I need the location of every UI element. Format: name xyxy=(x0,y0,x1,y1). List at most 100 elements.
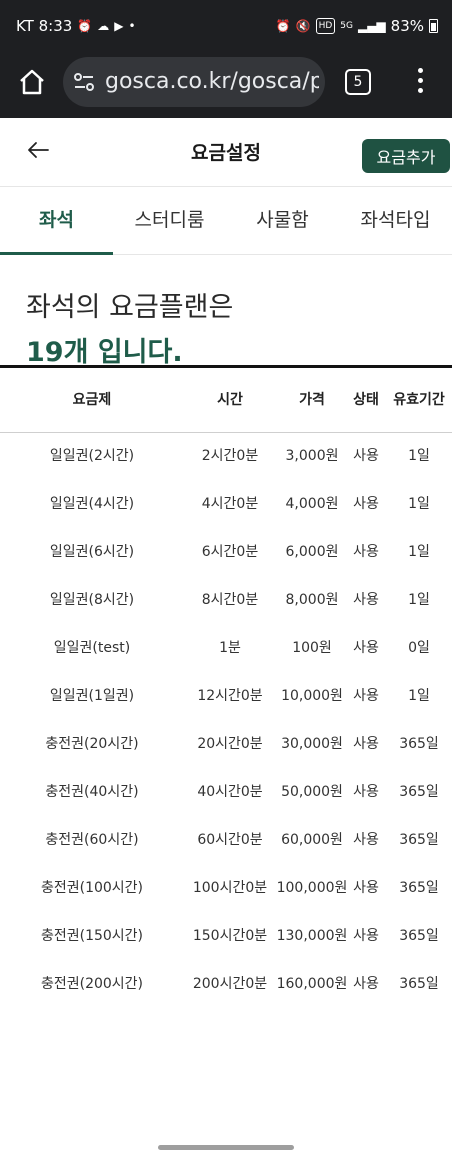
category-tabs: 좌석 스터디룸 사물함 좌석타입 xyxy=(0,186,452,255)
status-cell: 사용 xyxy=(353,640,379,656)
validity-cell: 365일 xyxy=(399,928,439,944)
time-cell: 12시간0분 xyxy=(197,688,263,704)
tab-seat-type[interactable]: 좌석타입 xyxy=(339,186,452,254)
tab-switcher-button[interactable]: 5 xyxy=(345,69,371,95)
column-header-status: 상태 xyxy=(353,392,379,408)
table-row[interactable]: 충전권(150시간) 150시간0분 130,000원 사용 365일 xyxy=(0,912,452,960)
column-header-plan: 요금제 xyxy=(72,392,112,408)
address-bar[interactable]: gosca.co.kr/gosca/p xyxy=(63,57,325,107)
plan-name-cell: 충전권(150시간) xyxy=(40,928,144,944)
more-menu-icon[interactable] xyxy=(416,68,424,96)
table-row[interactable]: 일일권(2시간) 2시간0분 3,000원 사용 1일 xyxy=(0,432,452,480)
status-cell: 사용 xyxy=(353,832,379,848)
time-cell: 1분 xyxy=(219,640,241,656)
plan-name-cell: 충전권(200시간) xyxy=(40,976,144,992)
time-cell: 200시간0분 xyxy=(192,976,268,992)
validity-cell: 1일 xyxy=(408,448,430,464)
status-bar: KT 8:33 ⏰ ☁ ▶ • ⏰ 🔇 HD 5G ▂▄▆ 83% xyxy=(0,0,452,52)
signal-icon: ▂▄▆ xyxy=(357,19,386,33)
time-cell: 20시간0분 xyxy=(197,736,263,752)
validity-cell: 1일 xyxy=(408,592,430,608)
table-row[interactable]: 충전권(100시간) 100시간0분 100,000원 사용 365일 xyxy=(0,864,452,912)
time-cell: 60시간0분 xyxy=(197,832,263,848)
url-text[interactable]: gosca.co.kr/gosca/p xyxy=(105,69,319,94)
plan-name-cell: 충전권(40시간) xyxy=(45,784,139,800)
dot-icon: • xyxy=(128,19,136,33)
app-header: 요금설정 요금추가 xyxy=(0,118,452,187)
price-cell: 160,000원 xyxy=(276,976,348,992)
battery-level: 83% xyxy=(390,17,424,35)
plan-name-cell: 일일권(6시간) xyxy=(49,544,135,560)
status-cell: 사용 xyxy=(353,784,379,800)
plan-name-cell: 충전권(20시간) xyxy=(45,736,139,752)
price-cell: 50,000원 xyxy=(281,784,343,800)
table-row[interactable]: 충전권(20시간) 20시간0분 30,000원 사용 365일 xyxy=(0,720,452,768)
time-cell: 2시간0분 xyxy=(201,448,259,464)
price-cell: 130,000원 xyxy=(276,928,348,944)
table-row[interactable]: 일일권(8시간) 8시간0분 8,000원 사용 1일 xyxy=(0,576,452,624)
validity-cell: 365일 xyxy=(399,880,439,896)
plan-count: 19개 입니다. xyxy=(26,337,183,368)
tab-seat[interactable]: 좌석 xyxy=(0,186,113,255)
validity-cell: 0일 xyxy=(408,640,430,656)
table-row[interactable]: 충전권(40시간) 40시간0분 50,000원 사용 365일 xyxy=(0,768,452,816)
mute-icon: 🔇 xyxy=(295,19,311,33)
carrier-time: KT 8:33 xyxy=(16,17,73,35)
plan-name-cell: 일일권(4시간) xyxy=(49,496,135,512)
time-cell: 150시간0분 xyxy=(192,928,268,944)
alarm-icon: ⏰ xyxy=(275,19,291,33)
table-header: 요금제 시간 가격 상태 유효기간 xyxy=(0,368,452,433)
price-cell: 100원 xyxy=(292,640,332,656)
price-cell: 4,000원 xyxy=(285,496,339,512)
hd-icon: HD xyxy=(315,18,336,34)
status-cell: 사용 xyxy=(353,736,379,752)
tab-locker[interactable]: 사물함 xyxy=(226,186,339,254)
status-cell: 사용 xyxy=(353,928,379,944)
validity-cell: 365일 xyxy=(399,736,439,752)
plan-name-cell: 충전권(60시간) xyxy=(45,832,139,848)
price-cell: 6,000원 xyxy=(285,544,339,560)
time-cell: 4시간0분 xyxy=(201,496,259,512)
validity-cell: 365일 xyxy=(399,976,439,992)
price-cell: 100,000원 xyxy=(276,880,348,896)
status-cell: 사용 xyxy=(353,592,379,608)
site-settings-icon[interactable] xyxy=(73,72,95,92)
column-header-price: 가격 xyxy=(299,392,325,408)
price-cell: 30,000원 xyxy=(281,736,343,752)
fee-plan-list: 일일권(2시간) 2시간0분 3,000원 사용 1일 일일권(4시간) 4시간0분 4,00… xyxy=(0,432,452,1008)
status-cell: 사용 xyxy=(353,496,379,512)
home-icon[interactable] xyxy=(18,68,46,96)
time-cell: 40시간0분 xyxy=(197,784,263,800)
youtube-icon: ▶ xyxy=(114,19,124,33)
browser-toolbar: gosca.co.kr/gosca/p 5 xyxy=(0,52,452,118)
status-cell: 사용 xyxy=(353,688,379,704)
cloud-icon: ☁ xyxy=(97,19,110,33)
plan-summary: 좌석의 요금플랜은 19개 입니다. xyxy=(26,285,233,369)
status-cell: 사용 xyxy=(353,880,379,896)
table-row[interactable]: 일일권(1일권) 12시간0분 10,000원 사용 1일 xyxy=(0,672,452,720)
table-row[interactable]: 일일권(6시간) 6시간0분 6,000원 사용 1일 xyxy=(0,528,452,576)
status-cell: 사용 xyxy=(353,976,379,992)
time-cell: 6시간0분 xyxy=(201,544,259,560)
validity-cell: 365일 xyxy=(399,832,439,848)
price-cell: 8,000원 xyxy=(285,592,339,608)
validity-cell: 1일 xyxy=(408,544,430,560)
table-row[interactable]: 일일권(4시간) 4시간0분 4,000원 사용 1일 xyxy=(0,480,452,528)
tab-study-room[interactable]: 스터디룸 xyxy=(113,186,226,254)
add-fee-button[interactable]: 요금추가 xyxy=(362,139,450,173)
alarm-icon: ⏰ xyxy=(77,19,93,33)
status-cell: 사용 xyxy=(353,448,379,464)
plan-name-cell: 일일권(test) xyxy=(53,640,131,656)
validity-cell: 365일 xyxy=(399,784,439,800)
table-row[interactable]: 충전권(60시간) 60시간0분 60,000원 사용 365일 xyxy=(0,816,452,864)
table-row[interactable]: 충전권(200시간) 200시간0분 160,000원 사용 365일 xyxy=(0,960,452,1008)
5g-icon: 5G xyxy=(340,21,353,31)
plan-name-cell: 일일권(2시간) xyxy=(49,448,135,464)
status-cell: 사용 xyxy=(353,544,379,560)
price-cell: 3,000원 xyxy=(285,448,339,464)
summary-line: 좌석의 요금플랜은 xyxy=(26,292,234,323)
time-cell: 100시간0분 xyxy=(192,880,268,896)
table-row[interactable]: 일일권(test) 1분 100원 사용 0일 xyxy=(0,624,452,672)
validity-cell: 1일 xyxy=(408,688,430,704)
column-header-time: 시간 xyxy=(217,392,243,408)
